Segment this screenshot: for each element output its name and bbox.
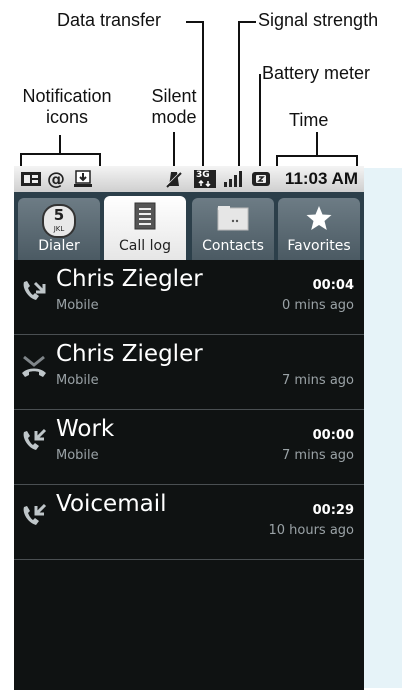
phone-screen: @ 3G 11:03 AM 5 JKL Dialer Call log Cont…	[14, 166, 364, 690]
number-type: Mobile	[56, 298, 99, 313]
callout-line	[238, 21, 256, 23]
tab-label: Contacts	[202, 238, 264, 254]
missed-call-icon	[18, 349, 50, 381]
download-icon	[72, 170, 94, 188]
callout-line	[238, 21, 240, 166]
number-type: Mobile	[56, 373, 99, 388]
data-transfer-icon: 3G	[194, 170, 216, 188]
callout-line	[20, 153, 100, 155]
tab-favorites[interactable]: Favorites	[278, 198, 360, 260]
call-log-icon	[134, 202, 156, 235]
call-log-row[interactable]: Chris Ziegler Mobile 00:04 0 mins ago	[14, 260, 364, 335]
callout-line	[99, 153, 101, 166]
tab-call-log[interactable]: Call log	[104, 196, 186, 260]
tab-contacts[interactable]: Contacts	[192, 198, 274, 260]
tab-bar: 5 JKL Dialer Call log Contacts Favorites	[14, 192, 364, 260]
signal-strength-icon	[222, 170, 244, 188]
call-duration: 00:29	[312, 503, 354, 518]
contact-name: Voicemail	[56, 491, 167, 517]
callout-line	[59, 135, 61, 153]
callout-line	[356, 155, 358, 166]
callout-line	[316, 132, 318, 156]
incoming-call-icon	[18, 499, 50, 531]
call-log-row[interactable]: Voicemail 00:29 10 hours ago	[14, 485, 364, 560]
email-at-icon: @	[47, 168, 65, 190]
callout-battery-meter: Battery meter	[262, 63, 371, 83]
tab-label: Favorites	[287, 238, 351, 254]
callout-line	[276, 155, 278, 166]
callout-notification-icons: Notification icons	[22, 86, 112, 127]
dialer-key-letters: JKL	[53, 225, 65, 233]
callout-line	[259, 74, 261, 166]
callout-line	[276, 155, 358, 157]
callout-data-transfer: Data transfer	[57, 10, 162, 30]
call-time-ago: 10 hours ago	[268, 523, 354, 538]
battery-icon	[250, 170, 272, 188]
callout-time: Time	[289, 110, 329, 130]
call-log-row[interactable]: Work Mobile 00:00 7 mins ago	[14, 410, 364, 485]
network-type-label: 3G	[196, 170, 210, 180]
incoming-call-icon	[18, 424, 50, 456]
number-type: Mobile	[56, 448, 99, 463]
call-duration: 00:04	[312, 278, 354, 293]
call-duration: 00:00	[312, 428, 354, 443]
dialer-key-number: 5	[53, 206, 65, 224]
tab-label: Dialer	[38, 238, 80, 254]
callout-line	[173, 132, 175, 166]
call-time-ago: 7 mins ago	[282, 373, 354, 388]
call-time-ago: 7 mins ago	[282, 448, 354, 463]
call-time-ago: 0 mins ago	[282, 298, 354, 313]
status-bar: @ 3G 11:03 AM	[14, 166, 364, 192]
contact-name: Chris Ziegler	[56, 341, 203, 367]
star-icon	[305, 204, 333, 237]
callout-line	[186, 21, 203, 23]
sim-card-icon	[20, 170, 42, 188]
tab-label: Call log	[119, 238, 171, 254]
dialer-keypad-icon: 5 JKL	[42, 204, 76, 238]
silent-mode-icon	[164, 170, 184, 188]
contact-name: Work	[56, 416, 115, 442]
outgoing-call-icon	[18, 274, 50, 306]
call-log-row[interactable]: Chris Ziegler Mobile 7 mins ago	[14, 335, 364, 410]
tab-dialer[interactable]: 5 JKL Dialer	[18, 198, 100, 260]
callout-signal-strength: Signal strength	[258, 10, 379, 30]
callout-silent-mode: Silent mode	[151, 86, 197, 127]
contact-name: Chris Ziegler	[56, 266, 203, 292]
contacts-icon	[216, 204, 250, 237]
status-time: 11:03 AM	[284, 169, 358, 188]
